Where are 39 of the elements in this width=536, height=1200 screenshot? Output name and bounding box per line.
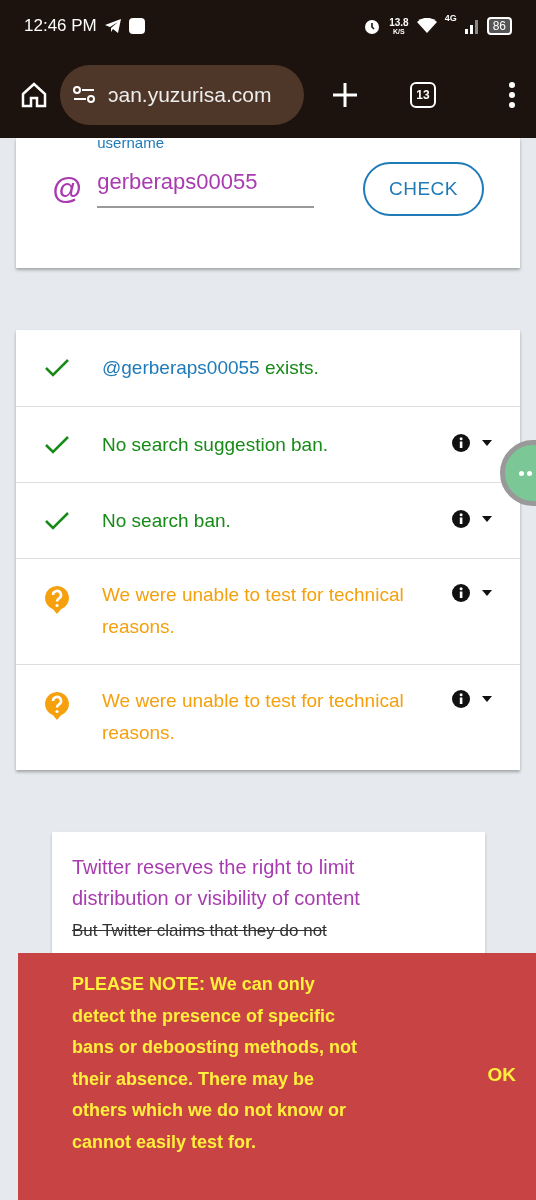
check-button[interactable]: CHECK xyxy=(363,162,484,216)
username-field[interactable]: gerberaps00055 xyxy=(97,165,315,208)
result-text: No search suggestion ban. xyxy=(102,433,330,457)
caret-icon[interactable] xyxy=(482,440,492,446)
field-label: username xyxy=(97,135,165,150)
result-text: @gerberaps00055 exists. xyxy=(102,356,319,380)
struck-text: But Twitter claims that they do not xyxy=(72,920,328,942)
caret-icon[interactable] xyxy=(482,696,492,702)
caret-icon[interactable] xyxy=(482,516,492,522)
tab-count-button[interactable]: 13 xyxy=(410,82,436,108)
signal-icon xyxy=(464,18,479,34)
username-link[interactable]: @gerberaps00055 xyxy=(102,357,260,378)
info-icon[interactable] xyxy=(452,690,470,708)
url-text: ɔan.yuzurisa.com xyxy=(108,82,272,109)
network-type: 4G xyxy=(444,12,457,25)
result-text: No search ban. xyxy=(102,509,232,533)
notice-text: PLEASE NOTE: We can only detect the presence of specific bans or deboosting methods, not their absence. There may be others which we do not know or cannot easily test for. xyxy=(72,973,358,1154)
result-text: We were unable to test for technical reasons. xyxy=(102,689,405,745)
at-sign: @ xyxy=(52,171,82,207)
site-settings-icon xyxy=(72,85,96,105)
info-icon[interactable] xyxy=(452,510,470,528)
restriction-heading: Twitter reserves the right to limit distribution or visibility of content xyxy=(72,855,361,911)
result-text: We were unable to test for technical reasons. xyxy=(102,583,405,639)
paper-plane-icon xyxy=(104,19,121,33)
app-square-icon xyxy=(128,18,145,34)
info-icon[interactable] xyxy=(452,584,470,602)
dots-icon xyxy=(519,470,532,476)
plus-icon[interactable] xyxy=(332,82,358,108)
ok-button[interactable]: OK xyxy=(487,1061,516,1090)
more-menu-icon[interactable] xyxy=(508,82,516,108)
network-speed: 13.8 xyxy=(389,17,409,28)
alarm-clock-icon xyxy=(363,17,382,35)
battery-indicator: 86 xyxy=(486,17,512,35)
status-time: 12:46 PM xyxy=(24,15,97,38)
wifi-icon xyxy=(416,18,437,34)
address-bar[interactable]: ɔan.yuzurisa.com xyxy=(60,65,304,125)
caret-icon[interactable] xyxy=(482,590,492,596)
info-icon[interactable] xyxy=(452,434,470,452)
home-icon[interactable] xyxy=(20,81,48,109)
